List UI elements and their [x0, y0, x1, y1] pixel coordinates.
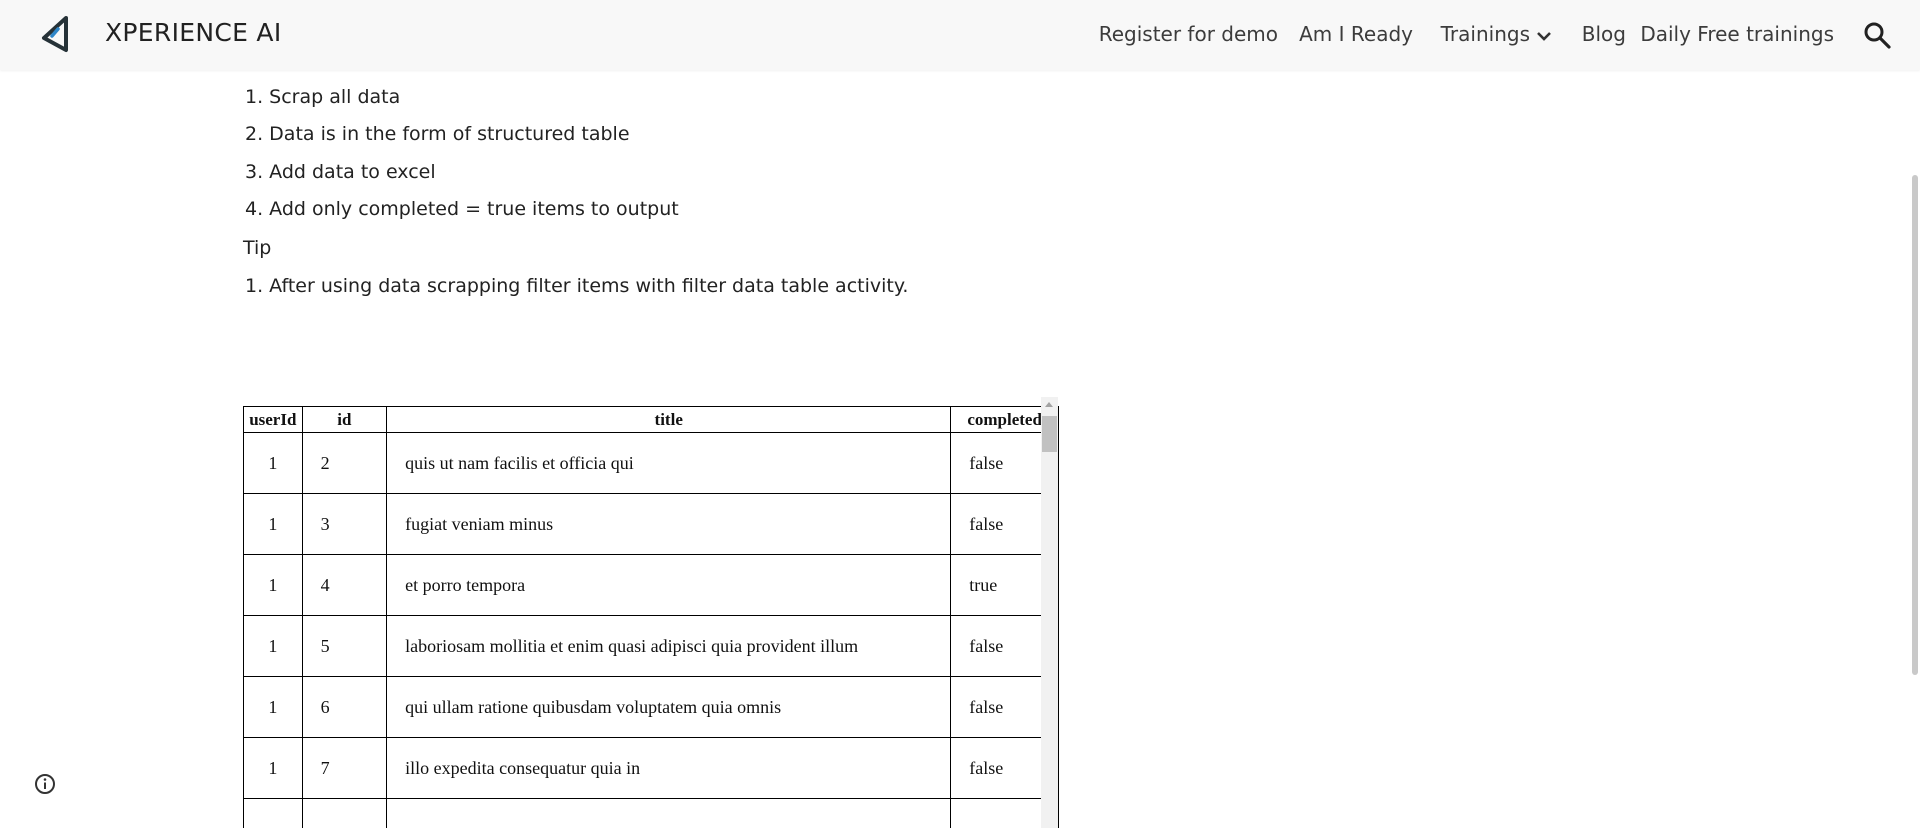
cell-userid: 1 [243, 676, 303, 738]
tip-item: 1. After using data scrapping filter ite… [245, 275, 909, 297]
table-row: 1 2 quis ut nam facilis et officia qui f… [243, 432, 1059, 494]
cell-userid: 1 [243, 615, 303, 677]
cell-title: et porro tempora [386, 554, 952, 616]
tip-label: Tip [243, 237, 272, 259]
chevron-down-icon [1537, 31, 1551, 41]
scroll-up-arrow-icon[interactable] [1045, 402, 1053, 407]
nav-register-for-demo[interactable]: Register for demo [1099, 22, 1278, 46]
cell-title [386, 798, 952, 828]
cell-id [301, 798, 388, 828]
page-scrollbar-thumb[interactable] [1912, 175, 1918, 675]
table-scrollbar-thumb[interactable] [1042, 416, 1057, 452]
cell-userid: 1 [243, 554, 303, 616]
embedded-table-frame[interactable]: userId id title completed 1 2 quis ut na… [243, 395, 1059, 828]
cell-id: 2 [301, 432, 388, 494]
nav-daily-free-trainings[interactable]: Daily Free trainings [1640, 22, 1834, 46]
page-scrollbar[interactable] [1910, 70, 1920, 828]
table-row: 1 3 fugiat veniam minus false [243, 493, 1059, 555]
step-item: 2. Data is in the form of structured tab… [245, 123, 630, 145]
cell-userid: 1 [243, 493, 303, 555]
cell-title: illo expedita consequatur quia in [386, 737, 952, 799]
table-row: 1 5 laboriosam mollitia et enim quasi ad… [243, 615, 1059, 677]
cell-id: 5 [301, 615, 388, 677]
cell-userid: 1 [243, 737, 303, 799]
column-header-title: title [386, 406, 952, 433]
table-row: 1 4 et porro tempora true [243, 554, 1059, 616]
nav-blog[interactable]: Blog [1582, 22, 1626, 46]
column-header-userid: userId [243, 406, 303, 433]
cell-id: 3 [301, 493, 388, 555]
cell-id: 7 [301, 737, 388, 799]
cell-userid: 1 [243, 432, 303, 494]
table-row-partial [243, 798, 1059, 828]
table-row: 1 7 illo expedita consequatur quia in fa… [243, 737, 1059, 799]
site-header: XPERIENCE AI Register for demo Am I Read… [0, 0, 1920, 70]
cell-title: fugiat veniam minus [386, 493, 952, 555]
data-table: userId id title completed 1 2 quis ut na… [243, 406, 1059, 828]
table-row: 1 6 qui ullam ratione quibusdam voluptat… [243, 676, 1059, 738]
xperience-logo-icon[interactable] [36, 12, 82, 58]
cell-title: qui ullam ratione quibusdam voluptatem q… [386, 676, 952, 738]
cell-title: laboriosam mollitia et enim quasi adipis… [386, 615, 952, 677]
column-header-id: id [301, 406, 388, 433]
site-title[interactable]: XPERIENCE AI [105, 18, 282, 47]
nav-trainings-label: Trainings [1440, 22, 1530, 46]
table-header-row: userId id title completed [243, 406, 1059, 433]
nav-am-i-ready[interactable]: Am I Ready [1299, 22, 1413, 46]
info-icon[interactable] [34, 773, 56, 795]
nav-trainings[interactable]: Trainings [1441, 22, 1552, 46]
step-item: 3. Add data to excel [245, 161, 436, 183]
cell-id: 4 [301, 554, 388, 616]
step-item: 1. Scrap all data [245, 86, 401, 108]
cell-id: 6 [301, 676, 388, 738]
cell-userid [243, 798, 303, 828]
cell-title: quis ut nam facilis et officia qui [386, 432, 952, 494]
step-item: 4. Add only completed = true items to ou… [245, 198, 679, 220]
search-icon[interactable] [1862, 20, 1892, 50]
table-scrollbar[interactable] [1041, 397, 1058, 828]
